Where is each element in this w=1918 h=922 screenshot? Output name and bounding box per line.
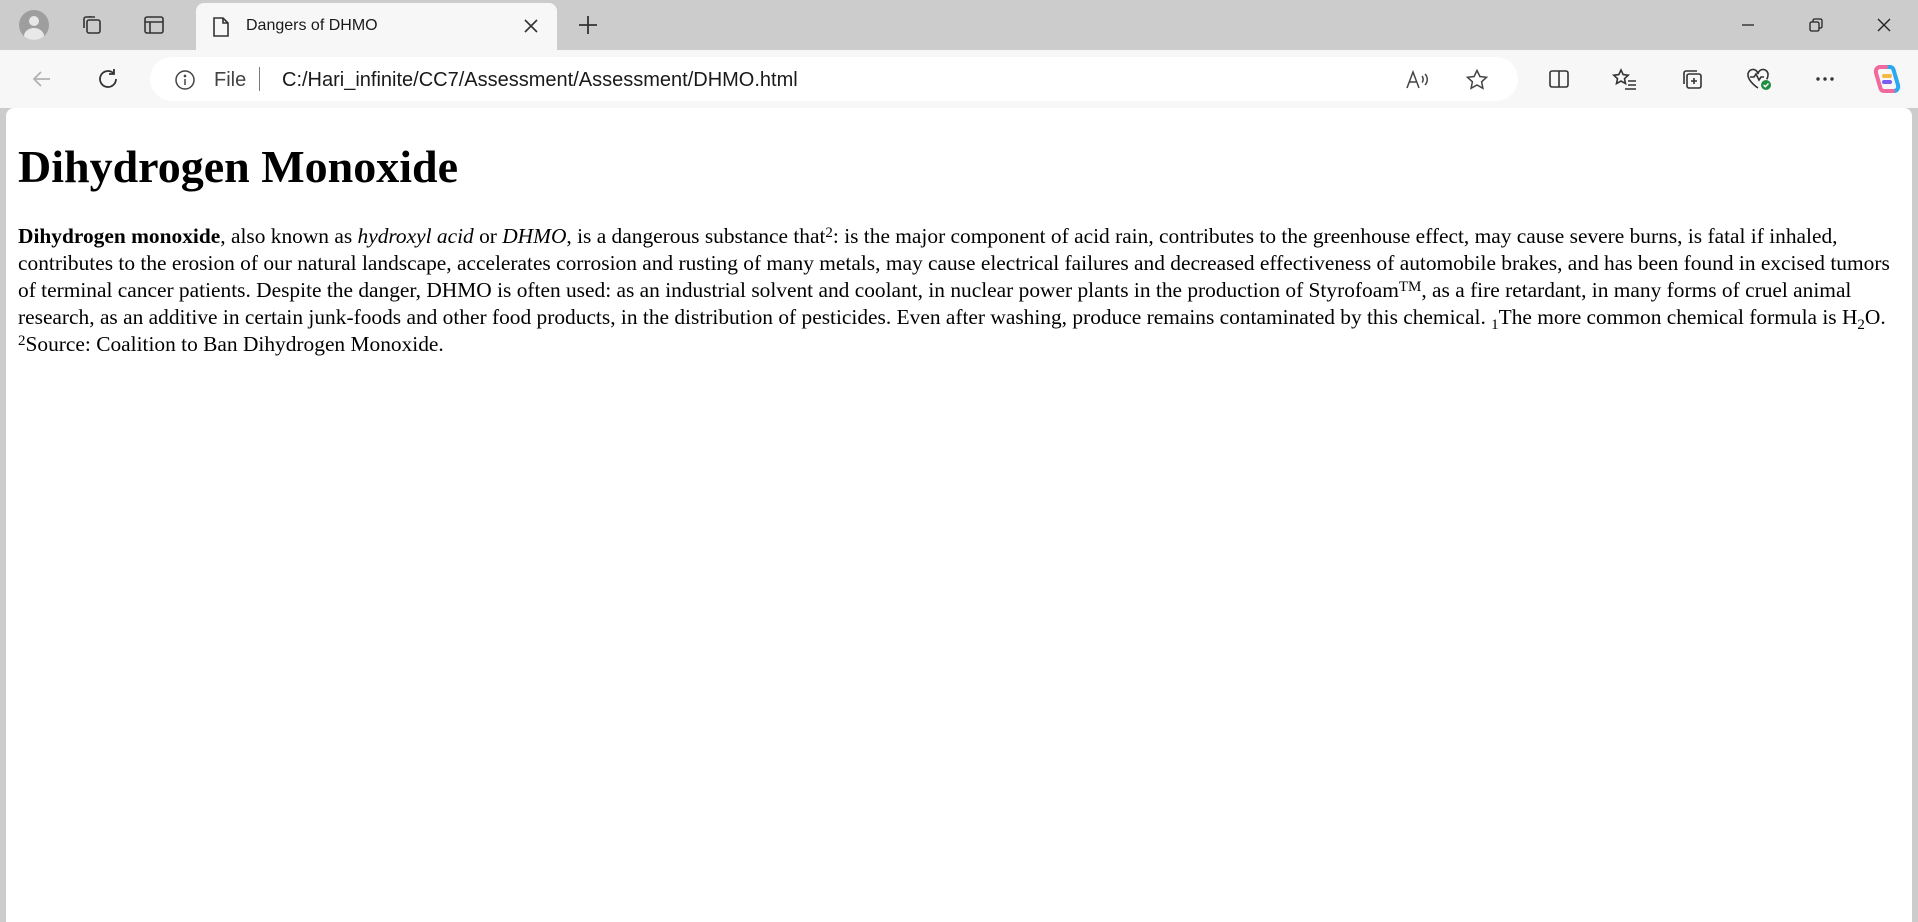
dhmo-paragraph: Dihydrogen monoxide, also known as hydro… <box>18 223 1908 358</box>
vertical-tabs-icon <box>144 16 164 34</box>
close-icon <box>1877 18 1891 32</box>
heart-pulse-icon <box>1747 68 1771 90</box>
address-bar[interactable]: File C:/Hari_infinite/CC7/Assessment/Ass… <box>150 57 1518 101</box>
footnote-ref: 2 <box>825 224 833 241</box>
tab-actions-button[interactable] <box>134 5 174 45</box>
workspaces-icon <box>83 16 101 34</box>
back-button[interactable] <box>22 59 62 99</box>
footnote-ref: 2 <box>18 332 26 349</box>
page-heading: Dihydrogen Monoxide <box>18 141 459 192</box>
text-run: Source: Coalition to Ban Dihydrogen Mono… <box>25 331 444 356</box>
browser-toolbar: File C:/Hari_infinite/CC7/Assessment/Ass… <box>0 50 1918 108</box>
copilot-icon <box>1873 65 1901 93</box>
site-scheme-label: File <box>214 69 247 91</box>
workspaces-button[interactable] <box>72 5 112 45</box>
restore-icon <box>1809 18 1823 32</box>
text-run: , is a dangerous substance that <box>566 223 826 248</box>
favorites-button[interactable] <box>1604 59 1646 99</box>
collections-icon <box>1683 70 1702 89</box>
close-window-button[interactable] <box>1850 0 1918 50</box>
minimize-icon <box>1742 24 1754 26</box>
address-divider <box>259 67 260 91</box>
restore-button[interactable] <box>1782 0 1850 50</box>
alias-italic: hydroxyl acid <box>357 223 474 248</box>
refresh-icon <box>99 69 117 88</box>
document-body: Dihydrogen Monoxide Dihydrogen monoxide,… <box>18 141 1908 358</box>
profile-button[interactable] <box>14 5 54 45</box>
tab-strip: Dangers of DHMO <box>0 0 1918 50</box>
collections-button[interactable] <box>1671 59 1713 99</box>
copilot-button[interactable] <box>1866 59 1908 99</box>
text-run: , also known as <box>220 223 358 248</box>
split-screen-icon <box>1549 70 1569 88</box>
page-viewport: Dihydrogen Monoxide Dihydrogen monoxide,… <box>6 108 1912 922</box>
refresh-button[interactable] <box>88 59 128 99</box>
read-aloud-icon <box>1406 69 1428 89</box>
settings-more-button[interactable] <box>1804 59 1846 99</box>
more-icon <box>1816 77 1834 81</box>
new-tab-button[interactable] <box>568 5 608 45</box>
star-icon <box>1465 68 1489 90</box>
text-run: or <box>473 223 503 248</box>
text-run: O. <box>1864 304 1886 329</box>
browser-essentials-button[interactable] <box>1738 59 1780 99</box>
arrow-left-icon <box>32 71 50 87</box>
page-icon <box>212 16 230 43</box>
tab-title: Dangers of DHMO <box>246 17 378 34</box>
footnote-ref: 1 <box>1491 316 1499 333</box>
alias-italic: DHMO <box>502 223 567 248</box>
text-run: The more common chemical formula is H <box>1498 304 1858 329</box>
formula-subscript: 2 <box>1857 316 1865 333</box>
info-icon[interactable] <box>174 69 196 96</box>
url-text[interactable]: C:/Hari_infinite/CC7/Assessment/Assessme… <box>282 69 798 92</box>
close-tab-button[interactable] <box>516 11 546 41</box>
add-favorite-button[interactable] <box>1463 66 1491 94</box>
split-screen-button[interactable] <box>1538 59 1580 99</box>
plus-icon <box>579 16 597 34</box>
favorites-icon <box>1612 68 1636 90</box>
close-icon <box>524 19 538 33</box>
minimize-button[interactable] <box>1714 0 1782 50</box>
tab-dangers-of-dhmo[interactable]: Dangers of DHMO <box>196 3 557 50</box>
trademark-mark: TM <box>1398 278 1422 295</box>
term-bold: Dihydrogen monoxide <box>18 223 221 248</box>
read-aloud-button[interactable] <box>1404 66 1432 94</box>
avatar-icon <box>19 10 49 40</box>
